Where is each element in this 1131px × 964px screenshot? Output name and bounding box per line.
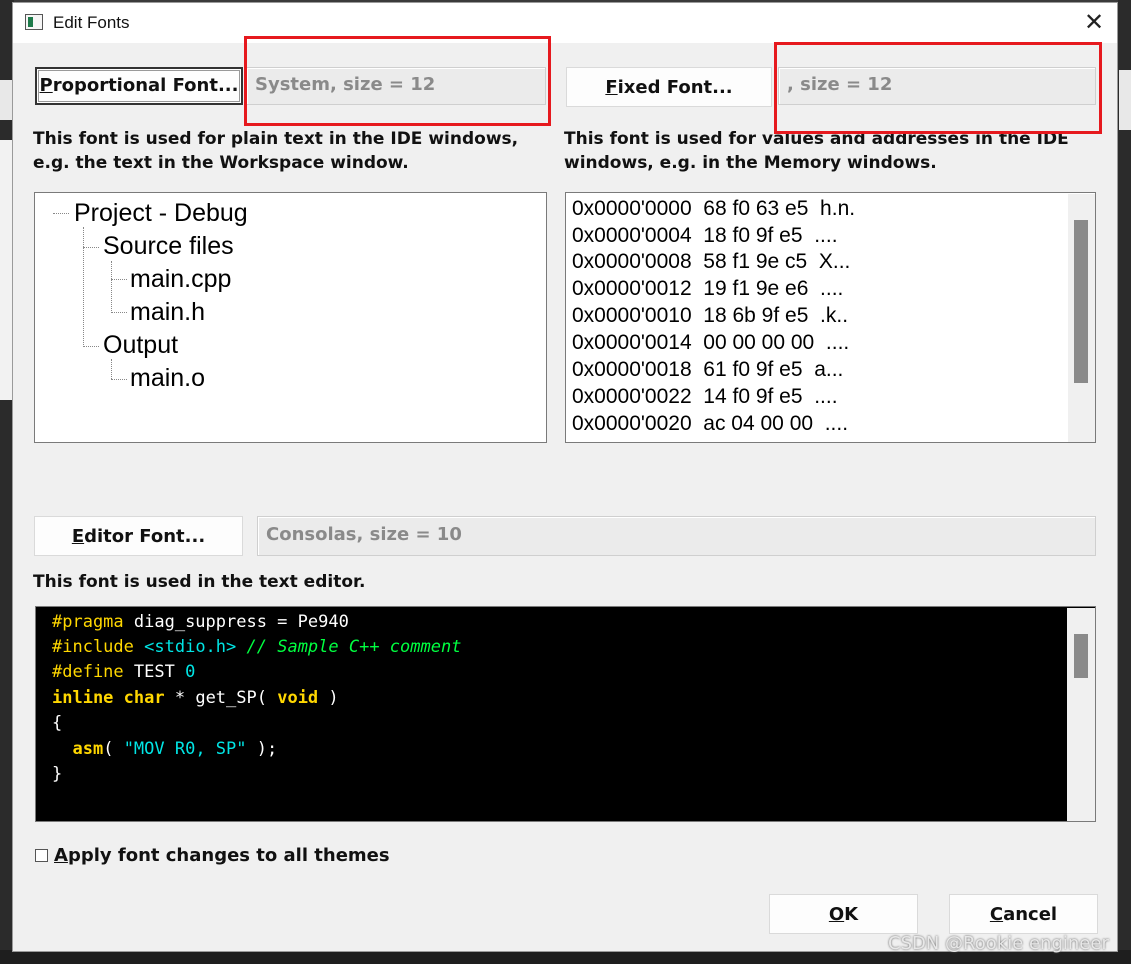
- scrollbar-thumb[interactable]: [1074, 220, 1088, 383]
- button-label: ixed Font...: [617, 77, 733, 98]
- apply-all-themes-label[interactable]: Apply font changes to all themes: [54, 845, 390, 866]
- code-token: inline: [52, 688, 114, 708]
- background-panel: [0, 80, 12, 120]
- button-label: roportional Font...: [52, 75, 239, 96]
- code-token: char: [123, 688, 165, 708]
- button-label: ditor Font...: [84, 526, 206, 547]
- code-comment: // Sample C++ comment: [246, 637, 462, 657]
- button-label: K: [844, 904, 859, 925]
- code-token: );: [246, 739, 278, 759]
- code-token: * get_SP(: [164, 688, 278, 708]
- checkbox-label-text: pply font changes to all themes: [67, 845, 390, 866]
- description-line: This font is used for plain text in the …: [33, 129, 519, 149]
- background-right: [1118, 0, 1131, 964]
- memory-scrollbar[interactable]: [1068, 194, 1095, 442]
- code-line: }: [52, 764, 63, 784]
- window-title: Edit Fonts: [53, 13, 130, 32]
- background-panel: [0, 140, 12, 400]
- memory-line: 0x0000'0008 58 f1 9e c5 X...: [572, 250, 851, 273]
- tree-item-source-files: Source files: [103, 232, 234, 260]
- code-line: #pragma diag_suppress = Pe940: [52, 610, 349, 635]
- description-line: windows, e.g. in the Memory windows.: [564, 153, 937, 173]
- code-token: void: [277, 688, 319, 708]
- tree-connector: [111, 379, 127, 380]
- code-token: TEST: [123, 662, 186, 682]
- mnemonic-char: O: [828, 904, 845, 925]
- title-bar[interactable]: Edit Fonts ✕: [13, 3, 1117, 43]
- ok-button[interactable]: OK: [769, 894, 918, 934]
- background-panel: [1119, 70, 1131, 130]
- code-token: #define: [52, 662, 124, 682]
- memory-line: 0x0000'0014 00 00 00 00 ....: [572, 331, 850, 354]
- workspace-preview: Project - Debug Source files main.cpp ma…: [34, 192, 547, 443]
- watermark: CSDN @Rookie engineer: [888, 933, 1109, 954]
- tree-item-main-h: main.h: [130, 298, 206, 326]
- proportional-description: This font is used for plain text in the …: [33, 127, 518, 175]
- window-app-icon: [25, 14, 43, 30]
- tree-connector: [83, 346, 99, 347]
- description-line: e.g. the text in the Workspace window.: [33, 153, 409, 173]
- memory-preview: 0x0000'0000 68 f0 63 e5 h.n. 0x0000'0004…: [565, 192, 1096, 443]
- mnemonic-char: A: [54, 845, 68, 866]
- code-token: ): [318, 688, 339, 708]
- memory-line: 0x0000'0010 18 6b 9f e5 .k..: [572, 304, 849, 327]
- apply-all-themes-checkbox[interactable]: [35, 849, 48, 862]
- cancel-button[interactable]: Cancel: [949, 894, 1098, 934]
- tree-connector: [111, 261, 112, 313]
- memory-line: 0x0000'0000 68 f0 63 e5 h.n.: [572, 197, 856, 220]
- tree-item-project: Project - Debug: [74, 199, 248, 227]
- scrollbar-thumb[interactable]: [1074, 634, 1088, 678]
- code-line: #define TEST 0: [52, 660, 195, 685]
- tree-connector: [111, 312, 127, 313]
- editor-font-button[interactable]: Editor Font...: [34, 516, 243, 556]
- tree-connector: [83, 227, 84, 347]
- memory-line: 0x0000'0018 61 f0 9f e5 a...: [572, 358, 844, 381]
- editor-font-value: Consolas, size = 10: [257, 516, 1096, 556]
- memory-line: 0x0000'0012 19 f1 9e e6 ....: [572, 277, 844, 300]
- tree-connector: [111, 279, 127, 280]
- mnemonic-char: F: [605, 77, 618, 98]
- code-token: <stdio.h>: [144, 637, 237, 657]
- edit-fonts-dialog: Edit Fonts ✕ Proportional Font... System…: [12, 2, 1118, 952]
- code-token: #pragma: [52, 612, 124, 632]
- memory-line: 0x0000'0022 14 f0 9f e5 ....: [572, 385, 838, 408]
- fixed-font-button[interactable]: Fixed Font...: [566, 67, 772, 107]
- tree-item-main-cpp: main.cpp: [130, 265, 232, 293]
- tree-connector: [53, 213, 69, 214]
- mnemonic-char: P: [39, 75, 53, 96]
- code-token: 0: [185, 662, 196, 682]
- code-line: {: [52, 713, 63, 733]
- code-token: #include: [52, 637, 134, 657]
- code-token: (: [103, 739, 124, 759]
- editor-scrollbar[interactable]: [1067, 608, 1095, 821]
- highlight-box: [774, 42, 1102, 134]
- tree-item-main-o: main.o: [130, 364, 206, 392]
- code-line: #include <stdio.h> // Sample C++ comment: [52, 635, 461, 660]
- mnemonic-char: C: [989, 904, 1004, 925]
- code-token: "MOV R0, SP": [123, 739, 247, 759]
- code-token: asm: [72, 739, 104, 759]
- editor-description: This font is used in the text editor.: [33, 572, 366, 592]
- code-line: inline char * get_SP( void ): [52, 686, 339, 711]
- close-icon[interactable]: ✕: [1081, 9, 1107, 35]
- editor-preview: #pragma diag_suppress = Pe940 #include <…: [35, 606, 1096, 822]
- code-line: asm( "MOV R0, SP" );: [52, 737, 277, 762]
- tree-item-output: Output: [103, 331, 179, 359]
- mnemonic-char: E: [71, 526, 85, 547]
- fixed-description: This font is used for values and address…: [564, 127, 1069, 175]
- button-label: ancel: [1003, 904, 1058, 925]
- proportional-font-button[interactable]: Proportional Font...: [35, 67, 243, 105]
- memory-line: 0x0000'0004 18 f0 9f e5 ....: [572, 224, 838, 247]
- tree-connector: [83, 247, 99, 248]
- code-token: diag_suppress = Pe940: [123, 612, 349, 632]
- tree-connector: [111, 359, 112, 379]
- highlight-box: [244, 36, 551, 126]
- memory-line: 0x0000'0020 ac 04 00 00 ....: [572, 412, 849, 435]
